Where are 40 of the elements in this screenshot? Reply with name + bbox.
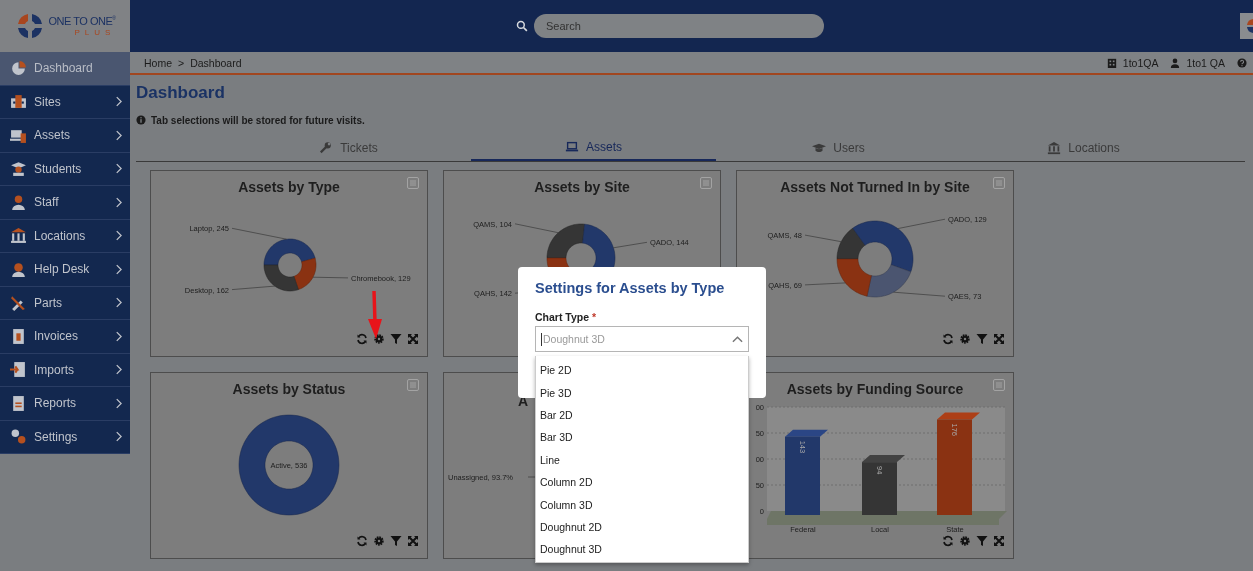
breadcrumb-separator: >	[178, 56, 185, 69]
sidebar-item[interactable]: Dashboard	[0, 52, 130, 86]
chart-type-select[interactable]: Doughnut 3D	[535, 326, 749, 352]
sidebar-item[interactable]: Parts	[0, 286, 130, 320]
logo-subtitle: PLUS	[73, 28, 116, 37]
dropdown-option[interactable]: Doughnut 2D	[536, 515, 748, 539]
dropdown-option[interactable]: Pie 3D	[536, 381, 748, 404]
user-name[interactable]: 1to1 QA	[1186, 56, 1225, 69]
breadcrumb-link[interactable]: Home	[144, 56, 172, 69]
sidebar-item[interactable]: Imports	[0, 353, 130, 387]
card-title: Assets by Site	[533, 178, 631, 197]
card-title: Assets by Type	[237, 178, 341, 197]
sidebar-item[interactable]: Reports	[0, 387, 130, 421]
sidebar-item[interactable]: Students	[0, 152, 130, 186]
dialog-title: Settings for Assets by Type	[535, 280, 726, 296]
sidebar-item[interactable]: Locations	[0, 219, 130, 253]
dropdown-option[interactable]: Pie 2D	[536, 359, 748, 382]
dropdown-option[interactable]: Line	[536, 448, 748, 471]
sidebar-item[interactable]: Assets	[0, 119, 130, 153]
logo-title: ONE TO ONE$^{®}$	[48, 15, 116, 27]
sidebar-item[interactable]: Settings	[0, 420, 130, 454]
search-field[interactable]: Search	[534, 14, 824, 38]
card-title: Assets by Funding Source	[785, 380, 965, 399]
sidebar-item[interactable]: Help Desk	[0, 253, 130, 287]
dropdown-option[interactable]: Column 3D	[536, 493, 748, 516]
dropdown-option[interactable]: Bar 3D	[536, 426, 748, 449]
field-label: Chart Type	[535, 311, 590, 323]
page-title: Dashboard	[136, 83, 226, 104]
dropdown-option[interactable]: Column 2D	[536, 470, 748, 494]
sidebar-item[interactable]: Invoices	[0, 320, 130, 354]
card-title: Assets by Status	[231, 380, 347, 399]
sidebar-item[interactable]: Sites	[0, 85, 130, 119]
breadcrumb-current: Dashboard	[190, 56, 242, 69]
notice-text: Tab selections will be stored for future visits.	[151, 114, 365, 126]
sidebar-item[interactable]: Staff	[0, 186, 130, 220]
dropdown-option[interactable]: Doughnut 3D	[536, 538, 748, 561]
site-name[interactable]: 1to1QA	[1122, 56, 1159, 69]
required-mark: *	[592, 311, 597, 323]
card-title: Assets Not Turned In by Site	[779, 178, 971, 197]
dropdown-option[interactable]: Bar 2D	[536, 403, 748, 427]
